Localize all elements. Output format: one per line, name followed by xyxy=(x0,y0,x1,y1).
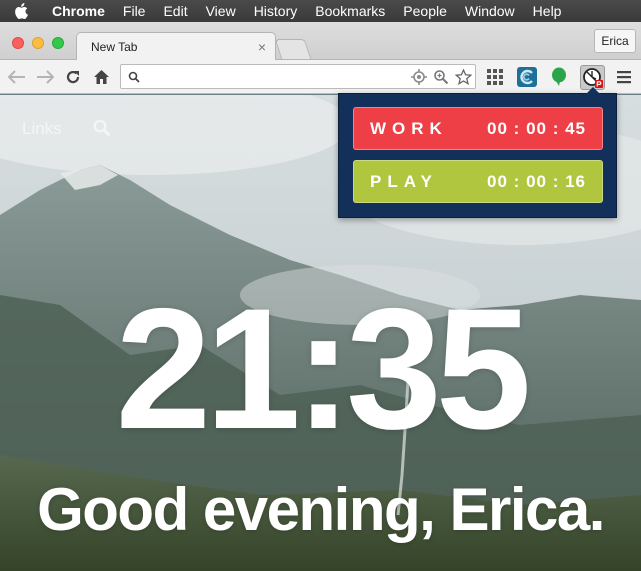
work-label: WORK xyxy=(370,118,448,138)
links-button[interactable]: Links xyxy=(22,119,62,139)
menu-bar: Chrome File Edit View History Bookmarks … xyxy=(0,0,641,22)
omnibox[interactable] xyxy=(120,64,476,89)
clock-display: 21:35 xyxy=(115,273,532,465)
menu-people[interactable]: People xyxy=(403,3,447,19)
window-zoom-button[interactable] xyxy=(52,37,64,49)
search-icon[interactable] xyxy=(93,119,111,142)
forward-icon[interactable] xyxy=(34,66,56,88)
extension-c-icon[interactable] xyxy=(516,66,538,88)
window-minimize-button[interactable] xyxy=(32,37,44,49)
location-target-icon[interactable] xyxy=(409,67,429,87)
menu-app-chrome[interactable]: Chrome xyxy=(52,3,105,19)
browser-toolbar xyxy=(0,60,641,94)
tab-title: New Tab xyxy=(91,40,138,54)
greeting-text: Good evening, Erica. xyxy=(37,476,605,543)
menu-help[interactable]: Help xyxy=(533,3,562,19)
menu-edit[interactable]: Edit xyxy=(163,3,187,19)
tab-close-icon[interactable]: × xyxy=(258,39,266,55)
play-time: 00 : 00 : 16 xyxy=(487,171,586,191)
tab-strip: New Tab × Erica xyxy=(0,22,641,61)
address-input[interactable] xyxy=(143,67,413,86)
bookmark-star-icon[interactable] xyxy=(453,67,473,87)
work-timer-button[interactable]: WORK 00 : 00 : 45 xyxy=(353,107,603,150)
new-tab-button[interactable] xyxy=(274,39,312,59)
home-icon[interactable] xyxy=(90,66,112,88)
apps-grid-icon[interactable] xyxy=(484,66,506,88)
play-timer-button[interactable]: PLAY 00 : 00 : 16 xyxy=(353,160,603,203)
menu-history[interactable]: History xyxy=(254,3,298,19)
back-icon[interactable] xyxy=(6,66,28,88)
profile-button[interactable]: Erica xyxy=(594,29,636,53)
extension-green-icon[interactable] xyxy=(548,66,570,88)
play-label: PLAY xyxy=(370,171,438,191)
menu-view[interactable]: View xyxy=(206,3,236,19)
work-time: 00 : 00 : 45 xyxy=(487,118,586,138)
zoom-icon[interactable] xyxy=(431,67,451,87)
menu-bookmarks[interactable]: Bookmarks xyxy=(315,3,385,19)
menu-file[interactable]: File xyxy=(123,3,146,19)
timer-popup: WORK 00 : 00 : 45 PLAY 00 : 00 : 16 xyxy=(338,87,617,218)
apple-icon[interactable] xyxy=(14,3,32,19)
menu-icon[interactable] xyxy=(613,66,635,88)
search-icon xyxy=(124,67,144,87)
menu-window[interactable]: Window xyxy=(465,3,515,19)
reload-icon[interactable] xyxy=(62,66,84,88)
tab-new-tab[interactable]: New Tab × xyxy=(76,32,276,61)
window-close-button[interactable] xyxy=(12,37,24,49)
